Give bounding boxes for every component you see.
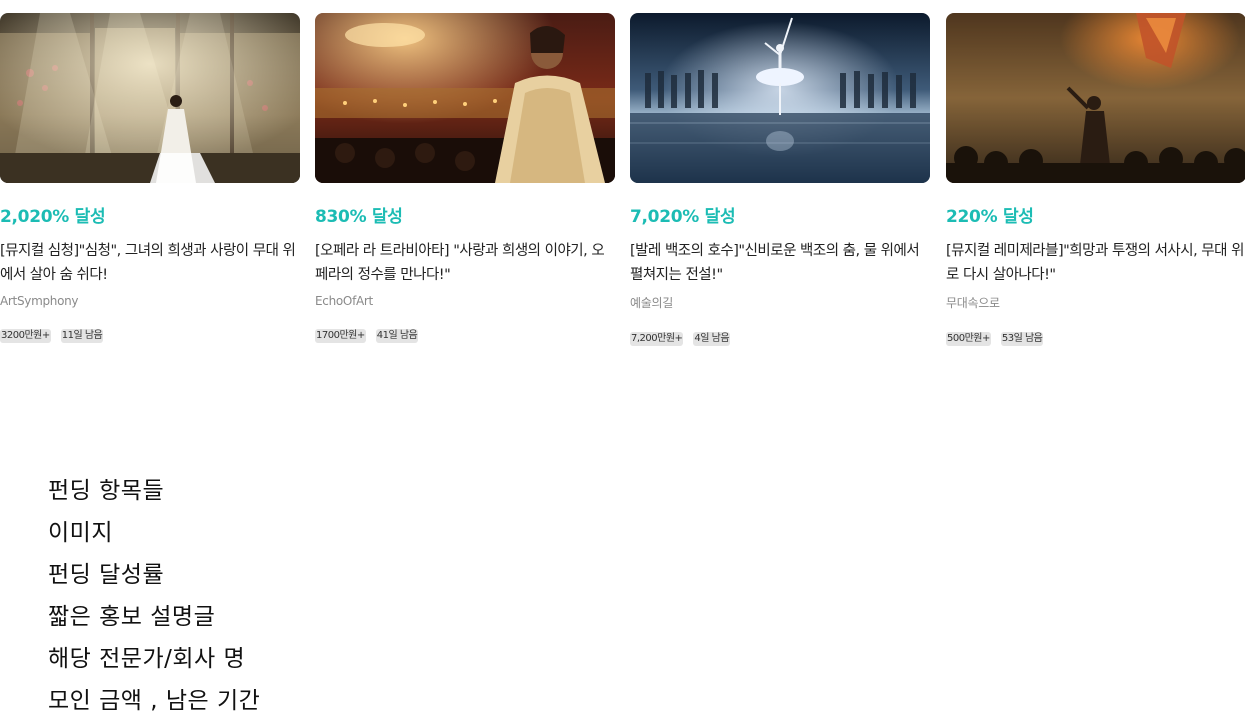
musical-les-miserables-image[interactable] (946, 13, 1245, 183)
funding-stats: 500만원+ 53일 남음 (946, 332, 1245, 346)
remaining-days-badge: 53일 남음 (1000, 332, 1044, 346)
raised-amount-badge: 1700만원+ (315, 329, 366, 343)
raised-amount-badge: 500만원+ (946, 332, 991, 346)
funding-card[interactable]: 830% 달성 [오페라 라 트라비아타] "사랑과 희생의 이야기, 오페라의… (315, 13, 615, 343)
raised-amount-badge: 7,200만원+ (630, 332, 684, 346)
promo-description[interactable]: [발레 백조의 호수]"신비로운 백조의 춤, 물 위에서 펼쳐지는 전설!" (630, 239, 930, 287)
note-item: 모인 금액 , 남은 기간 (48, 688, 261, 714)
raised-amount-badge: 3200만원+ (0, 329, 51, 343)
note-item: 짧은 홍보 설명글 (48, 604, 216, 630)
promo-description[interactable]: [뮤지컬 레미제라블]"희망과 투쟁의 서사시, 무대 위로 다시 살아나다!" (946, 239, 1245, 287)
funding-card-list: 2,020% 달성 [뮤지컬 심청]"심청", 그녀의 희생과 사랑이 무대 위… (0, 13, 1245, 353)
remaining-days-badge: 41일 남음 (375, 329, 419, 343)
creator-name[interactable]: 예술의길 (630, 294, 930, 311)
funding-card[interactable]: 7,020% 달성 [발레 백조의 호수]"신비로운 백조의 춤, 물 위에서 … (630, 13, 930, 346)
remaining-days-badge: 11일 남음 (60, 329, 104, 343)
funding-rate: 220% 달성 (946, 207, 1034, 227)
note-item: 펀딩 항목들 (48, 478, 165, 504)
promo-description[interactable]: [오페라 라 트라비아타] "사랑과 희생의 이야기, 오페라의 정수를 만나다… (315, 239, 615, 287)
funding-card[interactable]: 2,020% 달성 [뮤지컬 심청]"심청", 그녀의 희생과 사랑이 무대 위… (0, 13, 300, 343)
opera-la-traviata-image[interactable] (315, 13, 615, 183)
ballet-swan-lake-image[interactable] (630, 13, 930, 183)
funding-rate: 7,020% 달성 (630, 207, 736, 227)
creator-name[interactable]: 무대속으로 (946, 294, 1245, 311)
funding-stats: 7,200만원+ 4일 남음 (630, 332, 930, 346)
note-item: 이미지 (48, 520, 113, 546)
creator-name[interactable]: ArtSymphony (0, 294, 300, 308)
creator-name[interactable]: EchoOfArt (315, 294, 615, 308)
funding-stats: 1700만원+ 41일 남음 (315, 329, 615, 343)
promo-description[interactable]: [뮤지컬 심청]"심청", 그녀의 희생과 사랑이 무대 위에서 살아 숨 쉬다… (0, 239, 300, 287)
funding-rate: 830% 달성 (315, 207, 403, 227)
musical-simcheong-stage-image[interactable] (0, 13, 300, 183)
funding-stats: 3200만원+ 11일 남음 (0, 329, 300, 343)
annotation-notes: 펀딩 항목들 이미지 펀딩 달성률 짧은 홍보 설명글 해당 전문가/회사 명 … (48, 470, 648, 722)
funding-rate: 2,020% 달성 (0, 207, 106, 227)
note-item: 해당 전문가/회사 명 (48, 646, 246, 672)
remaining-days-badge: 4일 남음 (693, 332, 731, 346)
funding-card[interactable]: 220% 달성 [뮤지컬 레미제라블]"희망과 투쟁의 서사시, 무대 위로 다… (946, 13, 1245, 346)
note-item: 펀딩 달성률 (48, 562, 165, 588)
